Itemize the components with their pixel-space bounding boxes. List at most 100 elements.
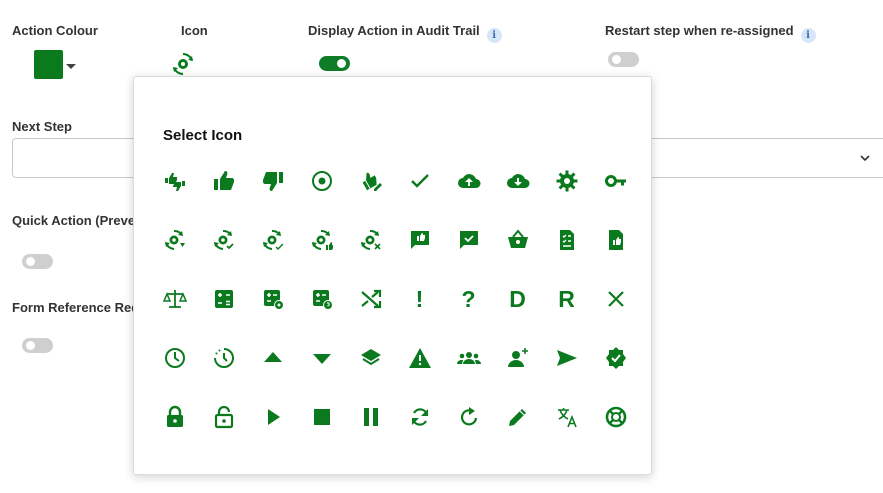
thumb-up-icon-svg (213, 171, 234, 190)
basket-icon-svg (507, 229, 528, 248)
cloud-upload-icon-svg (457, 174, 480, 188)
check-icon-svg (410, 174, 429, 188)
gear-refresh-check2-icon[interactable] (248, 225, 297, 255)
checklist-document-icon[interactable] (542, 225, 591, 255)
display-action-text: Display Action in Audit Trail (308, 23, 480, 38)
exclamation-icon-glyph: ! (415, 285, 424, 312)
thumb-edit-icon-svg (362, 172, 382, 191)
gear-refresh-like-icon[interactable] (297, 225, 346, 255)
calculator-settings-icon-svg (263, 290, 284, 310)
play-icon[interactable] (248, 402, 297, 432)
triangle-down-icon[interactable] (297, 343, 346, 373)
support-icon[interactable] (591, 402, 640, 432)
info-icon[interactable]: i (800, 28, 816, 43)
clock-dashed-icon-svg (213, 348, 234, 368)
pause-icon-svg (363, 408, 378, 426)
thumb-down-icon-svg (262, 172, 283, 191)
clock-dashed-icon[interactable] (199, 343, 248, 373)
chat-like-icon[interactable] (395, 225, 444, 255)
check-icon[interactable] (395, 166, 444, 196)
letter-d-icon-glyph: D (509, 285, 526, 312)
gear-refresh-check-icon-svg (213, 230, 234, 250)
key-icon[interactable] (591, 166, 640, 196)
scale-icon-svg (162, 290, 187, 308)
restart-step-toggle[interactable] (608, 52, 639, 67)
add-person-icon[interactable] (493, 343, 542, 373)
letter-r-icon[interactable]: R (542, 284, 591, 314)
clock-icon[interactable] (150, 343, 199, 373)
key-icon-svg (604, 175, 626, 187)
verified-icon-svg (605, 347, 626, 369)
checklist-document-icon-svg (559, 230, 574, 250)
action-colour-label: Action Colour (12, 23, 98, 38)
triangle-down-icon-svg (312, 354, 331, 364)
display-action-toggle[interactable] (319, 56, 350, 71)
rotate-icon-svg (460, 407, 477, 426)
scale-icon[interactable] (150, 284, 199, 314)
send-icon[interactable] (542, 343, 591, 373)
chat-check-icon[interactable] (444, 225, 493, 255)
quick-action-toggle[interactable] (22, 254, 53, 269)
calculator-settings-icon[interactable] (248, 284, 297, 314)
calculator-icon[interactable] (199, 284, 248, 314)
sync-icon[interactable] (395, 402, 444, 432)
next-step-label: Next Step (12, 119, 72, 134)
shuffle-icon[interactable] (346, 284, 395, 314)
lock-icon-svg (166, 405, 183, 427)
letter-r-icon-glyph: R (558, 285, 575, 312)
lock-icon[interactable] (150, 402, 199, 432)
stop-icon[interactable] (297, 402, 346, 432)
cloud-upload-icon[interactable] (444, 166, 493, 196)
question-icon[interactable]: ? (444, 284, 493, 314)
verified-icon[interactable] (591, 343, 640, 373)
letter-d-icon[interactable]: D (493, 284, 542, 314)
pause-icon[interactable] (346, 402, 395, 432)
gear-refresh-like-icon-svg (311, 230, 333, 250)
thumbs-up-down-icon[interactable] (150, 166, 199, 196)
form-reference-label: Form Reference Requ (12, 300, 148, 315)
lock-open-icon[interactable] (199, 402, 248, 432)
gear-refresh-close-icon[interactable] (346, 225, 395, 255)
settings-icon[interactable] (542, 166, 591, 196)
calculator-icon-svg (214, 290, 233, 308)
exclamation-icon[interactable]: ! (395, 284, 444, 314)
select-icon-popup: Select Icon !? D R (133, 76, 652, 475)
cloud-download-icon-svg (506, 174, 529, 188)
cloud-download-icon[interactable] (493, 166, 542, 196)
form-reference-toggle[interactable] (22, 338, 53, 353)
document-like-icon[interactable] (591, 225, 640, 255)
gear-refresh-check-icon[interactable] (199, 225, 248, 255)
thumb-edit-icon[interactable] (346, 166, 395, 196)
calculator-help-icon[interactable] (297, 284, 346, 314)
warning-icon[interactable] (395, 343, 444, 373)
translate-icon[interactable] (542, 402, 591, 432)
add-person-icon-svg (507, 348, 528, 367)
radio-button-icon[interactable] (297, 166, 346, 196)
close-icon[interactable] (591, 284, 640, 314)
translate-icon-svg (557, 408, 577, 428)
document-like-icon-svg (608, 230, 623, 250)
caret-down-icon[interactable] (66, 64, 76, 69)
layers-icon[interactable] (346, 343, 395, 373)
display-action-label: Display Action in Audit Trail i (308, 23, 502, 43)
icon-grid: !? D R (150, 166, 640, 461)
thumb-up-icon[interactable] (199, 166, 248, 196)
pencil-icon[interactable] (493, 402, 542, 432)
chat-like-icon-svg (410, 231, 429, 249)
triangle-up-icon-svg (263, 352, 282, 362)
triangle-up-icon[interactable] (248, 343, 297, 373)
clock-icon-svg (164, 348, 185, 368)
group-icon[interactable] (444, 343, 493, 373)
basket-icon[interactable] (493, 225, 542, 255)
thumb-down-icon[interactable] (248, 166, 297, 196)
send-icon-svg (556, 350, 577, 366)
close-icon-svg (607, 291, 624, 307)
gear-refresh-down-icon[interactable] (150, 225, 199, 255)
gear-refresh-check2-icon-svg (262, 230, 283, 250)
selected-gear-refresh-icon[interactable] (171, 52, 195, 76)
rotate-icon[interactable] (444, 402, 493, 432)
settings-icon-svg (556, 170, 577, 192)
support-icon-svg (605, 406, 626, 428)
info-icon[interactable]: i (486, 28, 502, 43)
action-colour-swatch[interactable] (34, 50, 63, 79)
